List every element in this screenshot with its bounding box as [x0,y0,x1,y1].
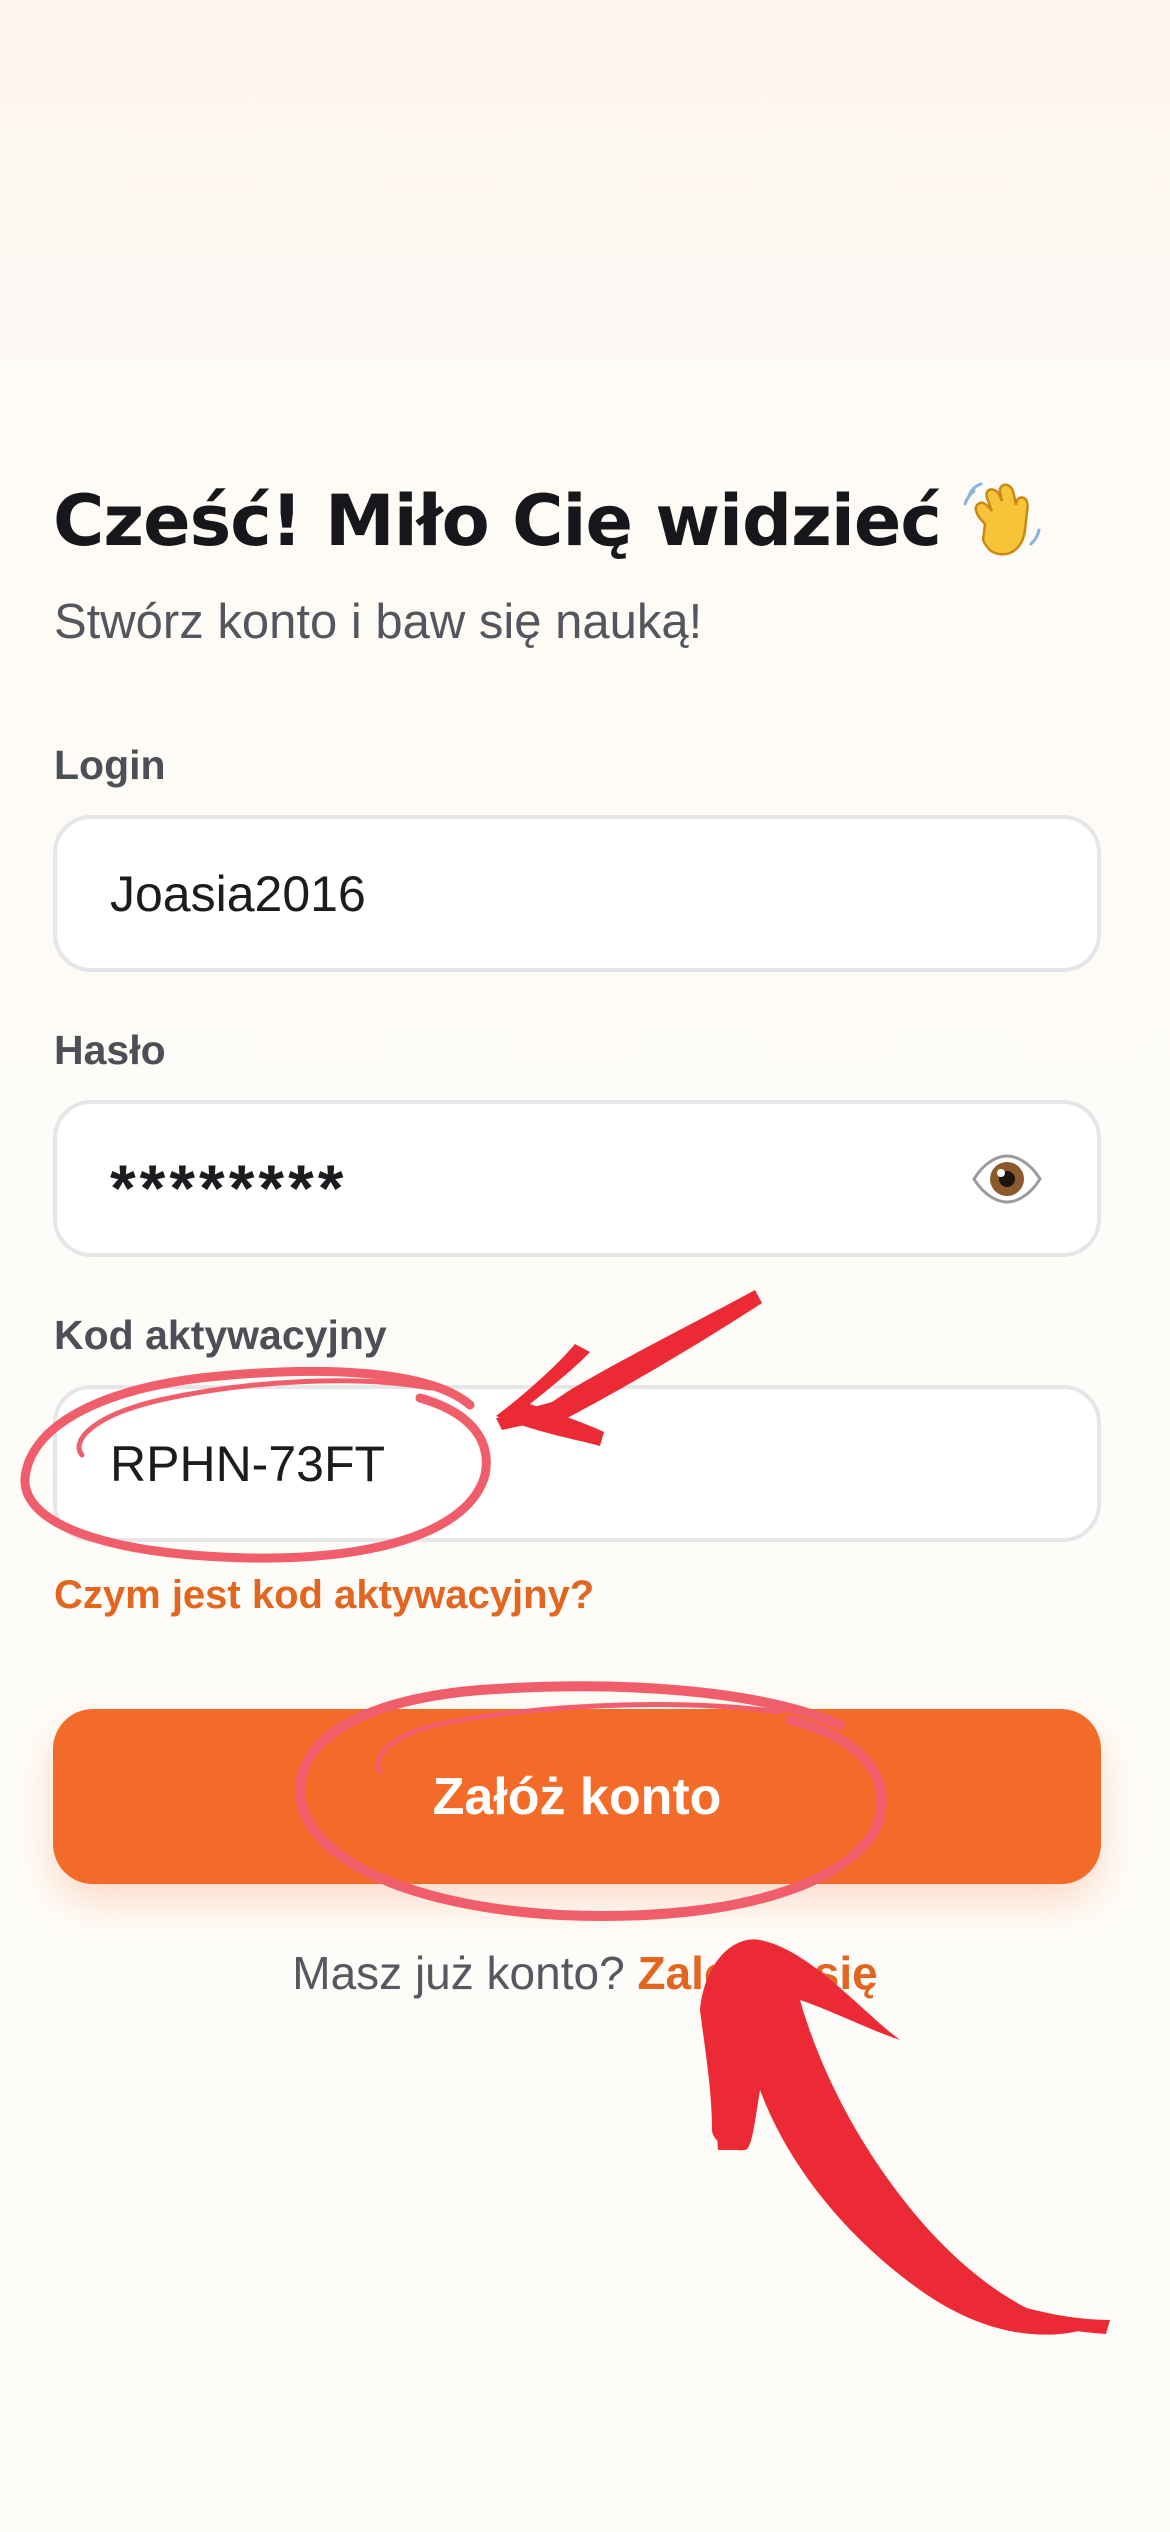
signup-screen: Cześć! Miło Cię widzieć Stwórz konto i b… [0,0,1170,2532]
create-account-button-label: Załóż konto [432,1767,722,1826]
annotation-overlay [20,1290,1110,2335]
activation-code-field[interactable]: RPHN-73FT [53,1385,1101,1542]
page-subtitle: Stwórz konto i baw się nauką! [54,595,703,649]
login-label: Login [54,742,166,788]
login-value: Joasia2016 [110,865,366,922]
page-title: Cześć! Miło Cię widzieć [53,478,1047,564]
password-field[interactable]: ******** [53,1100,1101,1257]
waving-hand-icon [961,478,1047,564]
activation-code-label: Kod aktywacyjny [54,1312,387,1358]
login-field[interactable]: Joasia2016 [53,815,1101,972]
login-link[interactable]: Zaloguj się [637,1947,877,1999]
create-account-button[interactable]: Załóż konto [53,1709,1101,1884]
eye-icon[interactable] [971,1153,1043,1205]
login-prompt-text: Masz już konto? [292,1947,625,1999]
password-label: Hasło [54,1027,166,1073]
activation-code-value: RPHN-73FT [110,1435,386,1492]
page-title-text: Cześć! Miło Cię widzieć [53,480,942,562]
activation-code-help-link[interactable]: Czym jest kod aktywacyjny? [54,1573,594,1618]
login-prompt: Masz już konto? Zaloguj się [0,1946,1170,2000]
password-value: ******** [110,1150,348,1225]
